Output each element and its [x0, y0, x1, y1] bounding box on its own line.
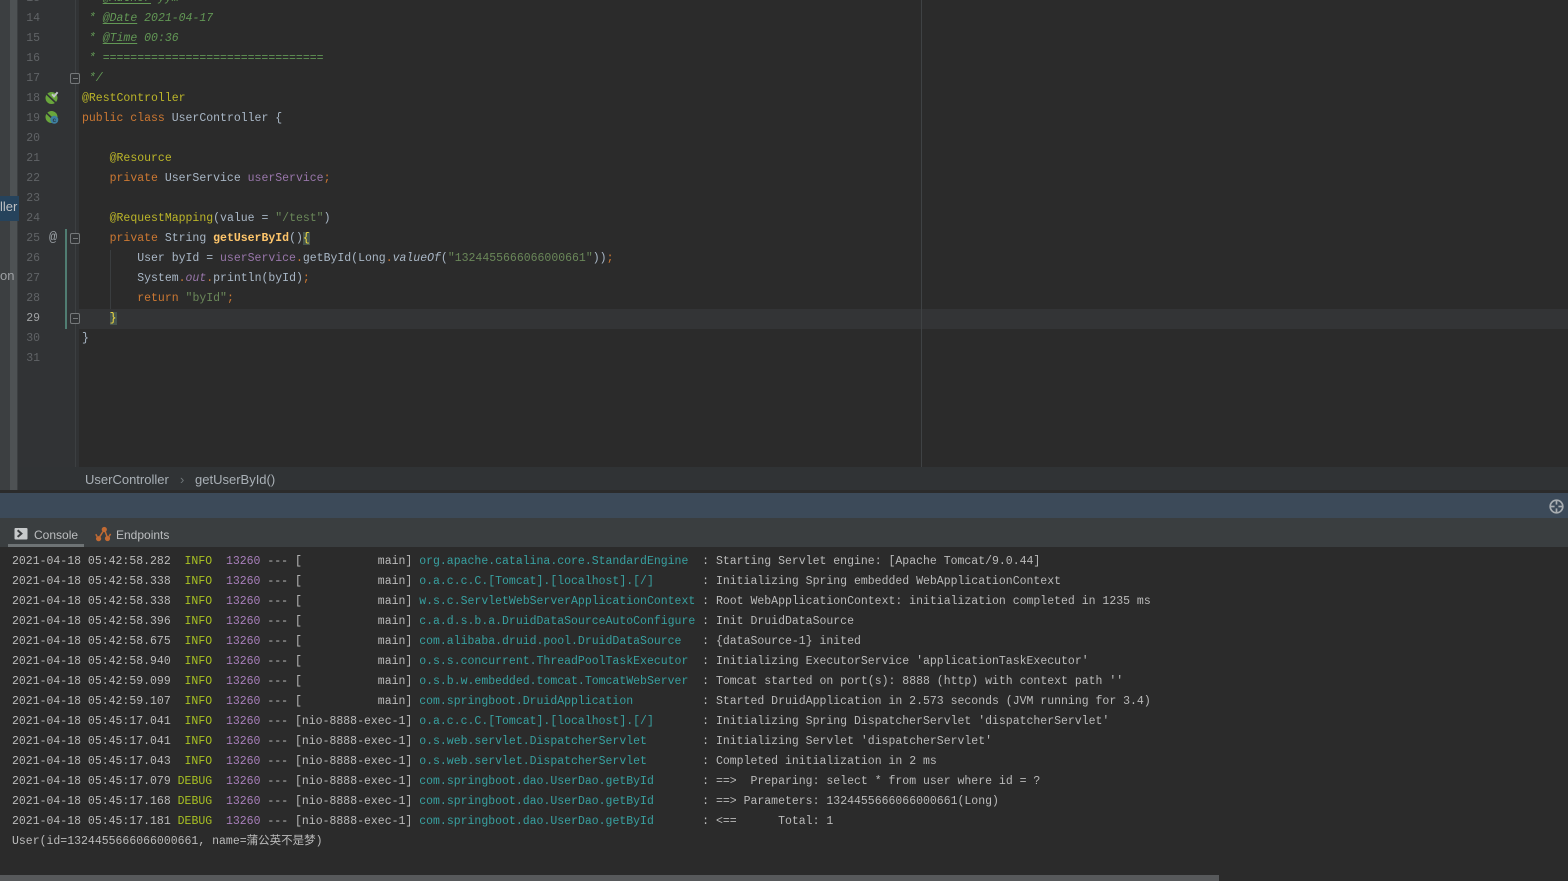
- svg-text:c: c: [52, 117, 56, 124]
